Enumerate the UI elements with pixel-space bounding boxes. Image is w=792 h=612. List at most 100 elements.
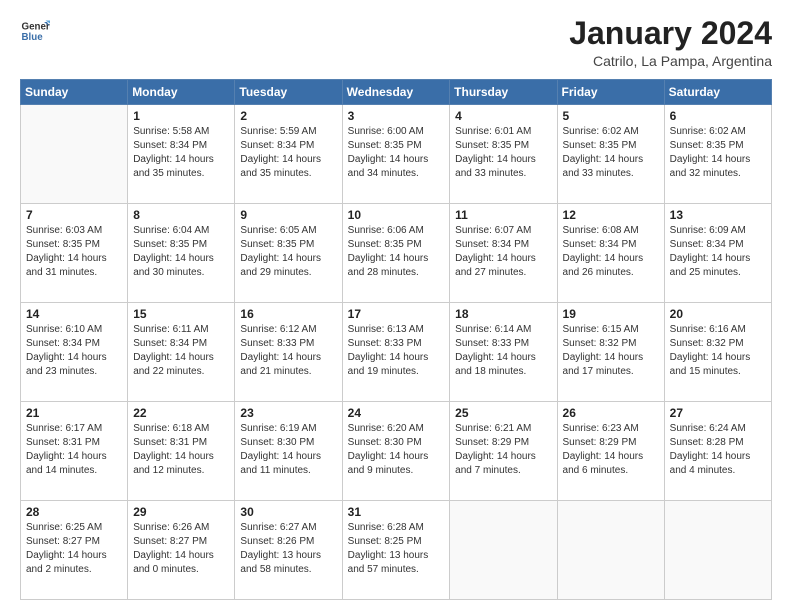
day-number: 11	[455, 208, 551, 222]
calendar-cell: 5Sunrise: 6:02 AM Sunset: 8:35 PM Daylig…	[557, 105, 664, 204]
day-info: Sunrise: 6:24 AM Sunset: 8:28 PM Dayligh…	[670, 422, 766, 478]
day-info: Sunrise: 6:05 AM Sunset: 8:35 PM Dayligh…	[240, 224, 336, 280]
day-info: Sunrise: 6:00 AM Sunset: 8:35 PM Dayligh…	[348, 125, 445, 181]
day-info: Sunrise: 5:59 AM Sunset: 8:34 PM Dayligh…	[240, 125, 336, 181]
calendar-cell: 30 Sunrise: 6:27 AM Sunset: 8:26 PM Dayli…	[235, 501, 342, 600]
calendar-cell: 23 Sunrise: 6:19 AM Sunset: 8:30 PM Dayli…	[235, 402, 342, 501]
col-tuesday: Tuesday	[235, 80, 342, 105]
calendar-cell: 2 Sunrise: 5:59 AM Sunset: 8:34 PM Daylig…	[235, 105, 342, 204]
calendar-cell: 24 Sunrise: 6:20 AM Sunset: 8:30 PM Dayli…	[342, 402, 450, 501]
day-number: 25	[455, 406, 551, 420]
calendar-cell: 18 Sunrise: 6:14 AM Sunset: 8:33 PM Dayli…	[450, 303, 557, 402]
calendar-cell: 27 Sunrise: 6:24 AM Sunset: 8:28 PM Dayli…	[664, 402, 771, 501]
day-number: 20	[670, 307, 766, 321]
day-info: Sunrise: 6:26 AM Sunset: 8:27 PM Dayligh…	[133, 521, 229, 577]
day-number: 26	[563, 406, 659, 420]
day-number: 22	[133, 406, 229, 420]
day-number: 23	[240, 406, 336, 420]
day-number: 27	[670, 406, 766, 420]
day-number: 2	[240, 109, 336, 123]
day-info: Sunrise: 6:25 AM Sunset: 8:27 PM Dayligh…	[26, 521, 122, 577]
day-info: Sunrise: 6:07 AM Sunset: 8:34 PM Dayligh…	[455, 224, 551, 280]
day-info: Sunrise: 6:18 AM Sunset: 8:31 PM Dayligh…	[133, 422, 229, 478]
calendar-week-1: 1Sunrise: 5:58 AM Sunset: 8:34 PM Daylig…	[21, 105, 772, 204]
day-info: Sunrise: 6:11 AM Sunset: 8:34 PM Dayligh…	[133, 323, 229, 379]
day-info: Sunrise: 6:15 AM Sunset: 8:32 PM Dayligh…	[563, 323, 659, 379]
calendar-cell: 6 Sunrise: 6:02 AM Sunset: 8:35 PM Daylig…	[664, 105, 771, 204]
day-info: Sunrise: 6:12 AM Sunset: 8:33 PM Dayligh…	[240, 323, 336, 379]
calendar-cell: 1Sunrise: 5:58 AM Sunset: 8:34 PM Daylig…	[128, 105, 235, 204]
day-info: Sunrise: 6:08 AM Sunset: 8:34 PM Dayligh…	[563, 224, 659, 280]
calendar-cell: 21 Sunrise: 6:17 AM Sunset: 8:31 PM Dayli…	[21, 402, 128, 501]
day-number: 13	[670, 208, 766, 222]
calendar-cell: 16 Sunrise: 6:12 AM Sunset: 8:33 PM Dayli…	[235, 303, 342, 402]
day-info: Sunrise: 6:23 AM Sunset: 8:29 PM Dayligh…	[563, 422, 659, 478]
day-number: 4	[455, 109, 551, 123]
logo-icon: General Blue	[20, 16, 50, 46]
calendar-cell: 3 Sunrise: 6:00 AM Sunset: 8:35 PM Daylig…	[342, 105, 450, 204]
calendar-cell: 14Sunrise: 6:10 AM Sunset: 8:34 PM Dayli…	[21, 303, 128, 402]
day-number: 31	[348, 505, 445, 519]
day-number: 8	[133, 208, 229, 222]
day-info: Sunrise: 6:06 AM Sunset: 8:35 PM Dayligh…	[348, 224, 445, 280]
logo: General Blue	[20, 16, 50, 46]
calendar-cell: 9 Sunrise: 6:05 AM Sunset: 8:35 PM Daylig…	[235, 204, 342, 303]
day-number: 10	[348, 208, 445, 222]
day-number: 30	[240, 505, 336, 519]
day-number: 24	[348, 406, 445, 420]
day-info: Sunrise: 6:27 AM Sunset: 8:26 PM Dayligh…	[240, 521, 336, 577]
calendar-body: 1Sunrise: 5:58 AM Sunset: 8:34 PM Daylig…	[21, 105, 772, 600]
calendar-cell	[450, 501, 557, 600]
day-number: 18	[455, 307, 551, 321]
calendar-cell: 22 Sunrise: 6:18 AM Sunset: 8:31 PM Dayli…	[128, 402, 235, 501]
day-number: 16	[240, 307, 336, 321]
day-number: 3	[348, 109, 445, 123]
day-info: Sunrise: 6:04 AM Sunset: 8:35 PM Dayligh…	[133, 224, 229, 280]
calendar-cell: 7 Sunrise: 6:03 AM Sunset: 8:35 PM Daylig…	[21, 204, 128, 303]
day-number: 29	[133, 505, 229, 519]
day-info: Sunrise: 6:19 AM Sunset: 8:30 PM Dayligh…	[240, 422, 336, 478]
day-info: Sunrise: 6:13 AM Sunset: 8:33 PM Dayligh…	[348, 323, 445, 379]
day-info: Sunrise: 6:03 AM Sunset: 8:35 PM Dayligh…	[26, 224, 122, 280]
calendar-cell: 17 Sunrise: 6:13 AM Sunset: 8:33 PM Dayli…	[342, 303, 450, 402]
day-number: 1	[133, 109, 229, 123]
day-info: Sunrise: 6:14 AM Sunset: 8:33 PM Dayligh…	[455, 323, 551, 379]
page: General Blue January 2024 Catrilo, La Pa…	[0, 0, 792, 612]
col-friday: Friday	[557, 80, 664, 105]
day-info: Sunrise: 6:02 AM Sunset: 8:35 PM Dayligh…	[563, 125, 659, 181]
calendar-cell: 4 Sunrise: 6:01 AM Sunset: 8:35 PM Daylig…	[450, 105, 557, 204]
day-number: 6	[670, 109, 766, 123]
day-number: 14	[26, 307, 122, 321]
day-number: 28	[26, 505, 122, 519]
day-info: Sunrise: 6:01 AM Sunset: 8:35 PM Dayligh…	[455, 125, 551, 181]
main-title: January 2024	[569, 16, 772, 51]
title-block: January 2024 Catrilo, La Pampa, Argentin…	[569, 16, 772, 69]
calendar-cell: 11 Sunrise: 6:07 AM Sunset: 8:34 PM Dayli…	[450, 204, 557, 303]
day-number: 21	[26, 406, 122, 420]
calendar-cell: 25 Sunrise: 6:21 AM Sunset: 8:29 PM Dayli…	[450, 402, 557, 501]
calendar-week-2: 7 Sunrise: 6:03 AM Sunset: 8:35 PM Daylig…	[21, 204, 772, 303]
day-info: Sunrise: 6:21 AM Sunset: 8:29 PM Dayligh…	[455, 422, 551, 478]
calendar-week-5: 28 Sunrise: 6:25 AM Sunset: 8:27 PM Dayli…	[21, 501, 772, 600]
col-sunday: Sunday	[21, 80, 128, 105]
day-info: Sunrise: 6:20 AM Sunset: 8:30 PM Dayligh…	[348, 422, 445, 478]
day-info: Sunrise: 6:02 AM Sunset: 8:35 PM Dayligh…	[670, 125, 766, 181]
col-monday: Monday	[128, 80, 235, 105]
day-number: 17	[348, 307, 445, 321]
calendar-table: Sunday Monday Tuesday Wednesday Thursday…	[20, 79, 772, 600]
day-number: 7	[26, 208, 122, 222]
calendar-cell: 10 Sunrise: 6:06 AM Sunset: 8:35 PM Dayli…	[342, 204, 450, 303]
calendar-cell: 8 Sunrise: 6:04 AM Sunset: 8:35 PM Daylig…	[128, 204, 235, 303]
calendar-cell	[664, 501, 771, 600]
col-wednesday: Wednesday	[342, 80, 450, 105]
day-info: Sunrise: 6:16 AM Sunset: 8:32 PM Dayligh…	[670, 323, 766, 379]
day-info: Sunrise: 6:17 AM Sunset: 8:31 PM Dayligh…	[26, 422, 122, 478]
day-number: 9	[240, 208, 336, 222]
calendar-week-4: 21 Sunrise: 6:17 AM Sunset: 8:31 PM Dayli…	[21, 402, 772, 501]
day-number: 19	[563, 307, 659, 321]
header: General Blue January 2024 Catrilo, La Pa…	[20, 16, 772, 69]
calendar-cell	[21, 105, 128, 204]
col-thursday: Thursday	[450, 80, 557, 105]
calendar-cell: 12Sunrise: 6:08 AM Sunset: 8:34 PM Dayli…	[557, 204, 664, 303]
col-saturday: Saturday	[664, 80, 771, 105]
